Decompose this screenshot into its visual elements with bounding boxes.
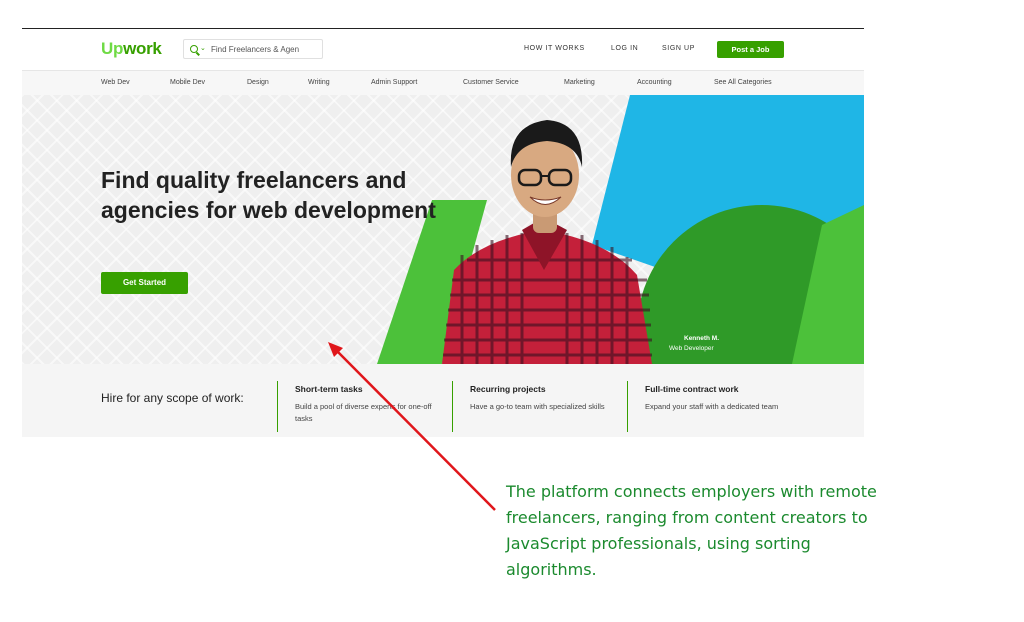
arrow-line — [335, 349, 496, 511]
annotation-text: The platform connects employers with rem… — [506, 482, 877, 579]
